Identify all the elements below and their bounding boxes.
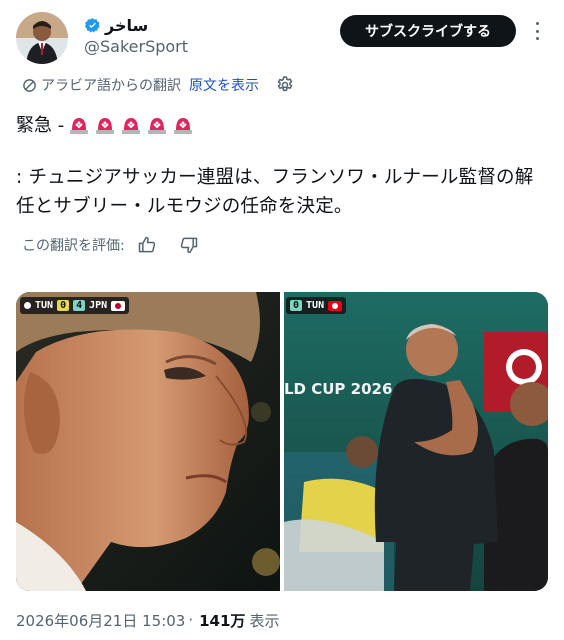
views-label: 表示 <box>249 611 280 630</box>
translate-icon <box>23 78 36 92</box>
siren-emoji-icon <box>122 118 141 134</box>
timestamp[interactable]: 2026年06月21日 15:03 <box>16 610 185 631</box>
verified-badge-icon <box>84 17 100 33</box>
tweet-text-body: : チュニジアサッカー連盟は、フランソワ・ルナール監督の解任とサブリー・ルモウジ… <box>16 167 534 217</box>
display-name[interactable]: ساخر <box>105 16 148 35</box>
tunisia-flag-icon <box>328 300 343 311</box>
score-value: 0 <box>290 300 303 311</box>
rate-translation-row: この翻訳を評価: <box>22 233 199 257</box>
tweet-text-line1: 緊急 - <box>16 110 194 138</box>
subscribe-button[interactable]: サブスクライブする <box>340 15 516 47</box>
siren-emoji-icon <box>96 118 115 134</box>
avatar[interactable] <box>16 12 68 64</box>
siren-emoji-icon <box>70 118 89 134</box>
scoreboard-overlay-2: 0 TUN <box>286 297 347 314</box>
tweet-media-grid: TUN 0 4 JPN LD CUP 2026 0 TUN <box>16 292 548 591</box>
name-row: ساخر <box>84 14 148 36</box>
tweet-prefix: 緊急 - <box>16 115 65 136</box>
views-count: 141万 <box>199 611 246 630</box>
team-away-label: JPN <box>89 300 108 311</box>
siren-emoji-icon <box>148 118 167 134</box>
media-photo-coach-closeup[interactable]: TUN 0 4 JPN <box>16 292 280 591</box>
translated-from-label: アラビア語からの翻訳 <box>41 78 181 94</box>
gear-icon[interactable] <box>275 75 295 95</box>
score-away: 4 <box>73 300 86 311</box>
scoreboard-overlay: TUN 0 4 JPN <box>20 297 130 314</box>
japan-flag-icon <box>111 300 126 311</box>
team-label: TUN <box>306 300 325 311</box>
separator: · <box>188 611 194 629</box>
thumbs-up-icon[interactable] <box>137 235 157 255</box>
siren-emoji-icon <box>174 118 193 134</box>
stadium-backdrop-text: LD CUP 2026 <box>284 380 393 398</box>
tweet-footer: 2026年06月21日 15:03 · 141万 表示 <box>16 609 279 631</box>
more-options-icon[interactable] <box>530 19 544 43</box>
team-home-label: TUN <box>35 300 54 311</box>
show-original-link[interactable]: 原文を表示 <box>189 75 259 95</box>
thumbs-down-icon[interactable] <box>179 235 199 255</box>
score-home: 0 <box>57 300 70 311</box>
translation-info-row: アラビア語からの翻訳 原文を表示 <box>22 74 295 96</box>
rate-translation-label: この翻訳を評価: <box>22 238 125 254</box>
user-handle[interactable]: @SakerSport <box>84 37 188 56</box>
media-photo-coach-sideline[interactable]: LD CUP 2026 0 TUN <box>284 292 548 591</box>
